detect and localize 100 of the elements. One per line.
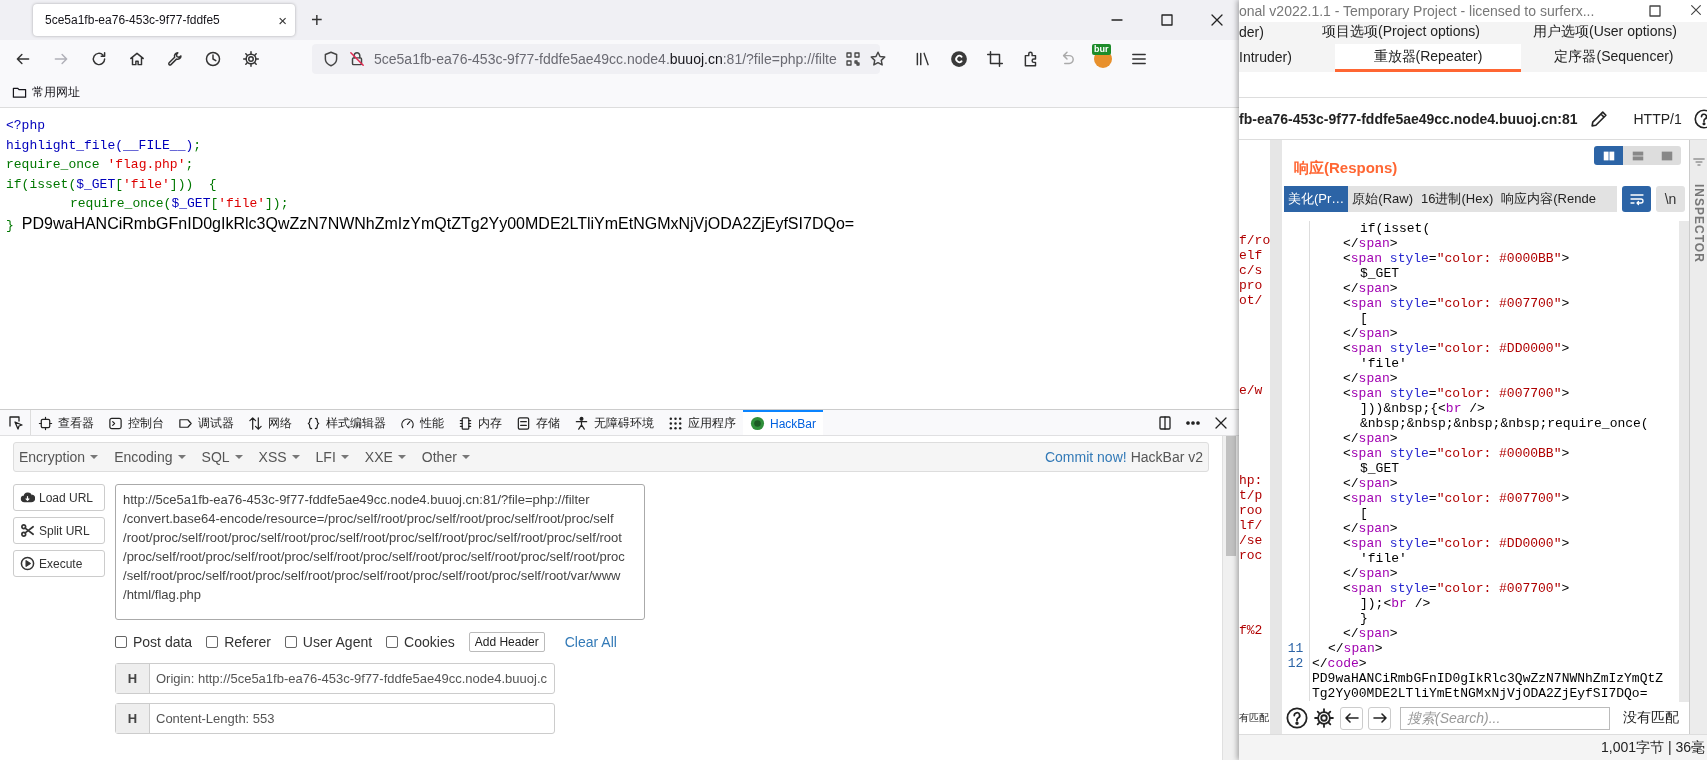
inspector-label[interactable]: INSPECTOR: [1691, 184, 1706, 263]
devtools-tab[interactable]: 查看器: [31, 410, 101, 435]
hackbar-menu[interactable]: Encoding: [114, 449, 186, 465]
picker-icon[interactable]: [8, 414, 24, 431]
chip-icon[interactable]: [458, 416, 473, 431]
accessibility-icon[interactable]: [574, 416, 589, 431]
next-button[interactable]: [1368, 706, 1391, 730]
braces-icon[interactable]: [306, 416, 321, 431]
devtools-tab[interactable]: 存储: [509, 410, 567, 435]
devtools-tab[interactable]: 调试器: [171, 410, 241, 435]
pencil-icon[interactable]: [1589, 108, 1610, 129]
code-line: ]))&nbsp;{<br />: [1359, 401, 1485, 416]
console-icon[interactable]: [108, 416, 123, 431]
checkbox[interactable]: [386, 636, 399, 648]
scrollbar[interactable]: [1222, 436, 1239, 760]
request-text: pro: [1239, 278, 1264, 293]
checkbox[interactable]: [206, 636, 219, 648]
devtools-tab[interactable]: 控制台: [101, 410, 171, 435]
tool-tab[interactable]: Intruder): [1239, 44, 1335, 72]
close-icon[interactable]: [1689, 3, 1703, 17]
maximize-icon[interactable]: [1159, 12, 1175, 28]
view-mode-button[interactable]: [1652, 146, 1681, 165]
help-icon[interactable]: [1286, 707, 1308, 729]
view-tab[interactable]: 原始(Raw): [1348, 186, 1417, 212]
tool-tab[interactable]: 重放器(Repeater): [1335, 44, 1521, 72]
tool-tab[interactable]: 定序器(Sequencer): [1521, 44, 1707, 72]
commit-link[interactable]: Commit now!: [1044, 449, 1127, 465]
shield-icon[interactable]: [322, 50, 340, 68]
view-mode-button[interactable]: [1594, 146, 1623, 165]
grid-icon[interactable]: [668, 416, 683, 431]
devtools-tab[interactable]: 应用程序: [661, 410, 743, 435]
code-line: ]);<br />: [1359, 596, 1431, 611]
hackbar-menu[interactable]: LFI: [315, 449, 349, 465]
tool-tab[interactable]: 项目选项(Project options): [1299, 22, 1503, 44]
checkbox[interactable]: [284, 636, 297, 648]
library-icon[interactable]: [914, 50, 932, 68]
reload-icon[interactable]: [90, 50, 108, 68]
clock-icon[interactable]: [204, 50, 222, 68]
hackbar-button[interactable]: Execute: [13, 550, 105, 577]
star-icon[interactable]: [868, 50, 887, 68]
debugger-icon[interactable]: [178, 416, 193, 431]
search-field[interactable]: 搜索(Search)...: [1400, 706, 1610, 730]
network-icon[interactable]: [248, 416, 263, 431]
header-badge: H: [116, 704, 150, 733]
hackbar-button[interactable]: Load URL: [13, 484, 105, 511]
checkbox[interactable]: [115, 636, 127, 648]
previous-button[interactable]: [1340, 706, 1363, 730]
status-bar: 1,001字节 | 36毫: [1239, 734, 1707, 760]
add-header-button[interactable]: Add Header: [468, 632, 545, 652]
devtools-tab[interactable]: HackBar: [743, 410, 823, 435]
newline-button[interactable]: \n: [1656, 186, 1685, 212]
view-tab[interactable]: 美化(Pr…: [1284, 186, 1349, 212]
scrollbar[interactable]: [1679, 221, 1689, 702]
inspector-icon[interactable]: [38, 416, 53, 431]
settings-icon[interactable]: [242, 50, 260, 68]
storage-icon[interactable]: [516, 416, 531, 431]
hackbar-menu[interactable]: XSS: [258, 449, 300, 465]
hackbar-menu[interactable]: Other: [421, 449, 470, 465]
view-tab[interactable]: 响应内容(Rende: [1497, 186, 1600, 212]
tool-tab[interactable]: 用户选项(User options): [1503, 22, 1707, 44]
hackbar-icon[interactable]: [750, 416, 765, 431]
header-field[interactable]: H Content-Length: 553: [115, 703, 555, 734]
devtools-tab[interactable]: 无障碍环境: [567, 410, 661, 435]
wrap-button[interactable]: [1622, 186, 1651, 212]
devtools-tab[interactable]: 性能: [393, 410, 451, 435]
clear-all-link[interactable]: Clear All: [564, 634, 617, 650]
url-textarea[interactable]: http://5ce5a1fb-ea76-453c-9f77-fddfe5ae49cc.node4.buuoj.cn:81/?file=php://filter/convert.base64-encode/resource=/proc/self/root/proc/self/root/proc/self/root/proc/self/root/proc/self/root/proc/self/root/proc/self/root/proc/self/root/proc/self/root/proc/self/root/proc/self/root/proc/self/root/proc/self/root/proc/self/root/proc/self/root/proc/self/root/proc/self/root/proc/self/root/proc/self/root/proc/self/root/proc/self/root/proc/self/root/var/www/html/flag.php: [115, 484, 645, 620]
panel-title: 响应(Respons): [1294, 158, 1398, 178]
view-mode-button[interactable]: [1623, 146, 1652, 165]
devtools-tab[interactable]: 样式编辑器: [299, 410, 393, 435]
browser-tab[interactable]: 5ce5a1fb-ea76-453c-9f77-fddfe5 ×: [33, 4, 295, 36]
right-arrow-icon: [1371, 710, 1388, 726]
wrench-icon[interactable]: [166, 50, 184, 68]
circle-c-icon[interactable]: [950, 50, 968, 68]
tab-close-button[interactable]: ×: [278, 11, 287, 29]
devtools-tab[interactable]: 网络: [241, 410, 299, 435]
request-text: roc: [1239, 548, 1264, 563]
settings-icon[interactable]: [1313, 707, 1335, 729]
bookmark-folder[interactable]: 常用网址: [32, 84, 80, 101]
folder-icon[interactable]: [12, 85, 27, 100]
crop-icon[interactable]: [986, 50, 1004, 68]
qr-code-icon[interactable]: [844, 51, 861, 67]
crossed-lock-icon[interactable]: [348, 50, 366, 68]
home-icon[interactable]: [128, 50, 146, 68]
new-tab-button[interactable]: +: [305, 8, 329, 32]
help-icon[interactable]: [1693, 108, 1707, 129]
view-tab[interactable]: 16进制(Hex): [1417, 186, 1498, 212]
header-field[interactable]: H Origin: http://5ce5a1fb-ea76-453c-9f77-fddfe5ae49cc.node4.buuoj.c: [115, 663, 555, 694]
maximize-icon[interactable]: [1647, 3, 1663, 19]
devtools-tab[interactable]: 内存: [451, 410, 509, 435]
caret-icon: [291, 455, 300, 459]
hackbar-menu[interactable]: Encryption: [19, 449, 99, 465]
hackbar-button[interactable]: Split URL: [13, 517, 105, 544]
close-icon[interactable]: [1209, 12, 1225, 28]
dock-icon[interactable]: [1157, 414, 1173, 431]
gauge-icon[interactable]: [400, 416, 415, 431]
protocol-label[interactable]: HTTP/1: [1633, 110, 1682, 127]
tool-tab[interactable]: der): [1239, 22, 1299, 44]
hackbar-menu[interactable]: XXE: [364, 449, 406, 465]
hackbar-menu[interactable]: SQL: [201, 449, 243, 465]
